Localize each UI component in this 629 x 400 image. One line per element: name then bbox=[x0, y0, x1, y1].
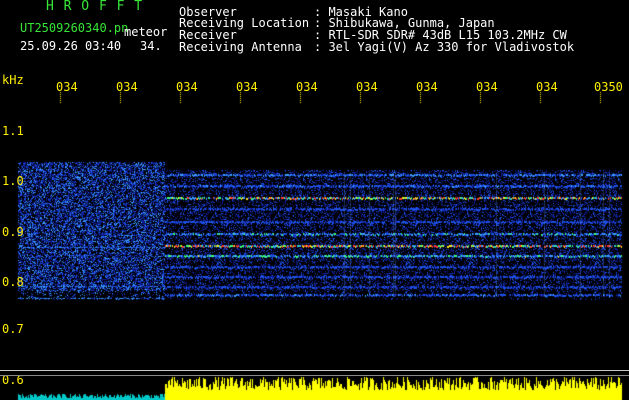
freq-tick-label: 0.7 bbox=[2, 322, 24, 336]
date-time: 25.09.26 03:40 bbox=[20, 39, 122, 53]
time-label: 034 bbox=[476, 80, 498, 94]
freq-tick-label: 1.0 bbox=[2, 174, 24, 188]
antenna-label: Receiving Antenna bbox=[179, 40, 302, 54]
event-tag: meteor bbox=[124, 25, 168, 39]
freq-unit-label: kHz bbox=[2, 73, 24, 87]
time-label: 034 bbox=[356, 80, 378, 94]
file-name: UT2509260340.pn bbox=[20, 21, 129, 35]
level-strip-mid-line bbox=[0, 375, 629, 376]
time-label: 034 bbox=[236, 80, 258, 94]
minute-label: 34. bbox=[140, 39, 162, 53]
time-label: 034 bbox=[296, 80, 318, 94]
antenna-value: : 3el Yagi(V) Az 330 for Vladivostok bbox=[314, 40, 575, 54]
time-label: 034 bbox=[176, 80, 198, 94]
time-label: 0350 bbox=[594, 80, 623, 94]
time-label: 034 bbox=[416, 80, 438, 94]
time-label: 034 bbox=[56, 80, 78, 94]
waterfall-spectrogram bbox=[0, 0, 629, 400]
freq-tick-label: 0.9 bbox=[2, 225, 24, 239]
freq-tick-label: 0.8 bbox=[2, 275, 24, 289]
time-label: 034 bbox=[536, 80, 558, 94]
freq-tick-label: 1.1 bbox=[2, 124, 24, 138]
hrofft-logo: H R O F F T bbox=[46, 0, 144, 14]
time-label: 034 bbox=[116, 80, 138, 94]
level-strip-top-line bbox=[0, 370, 629, 371]
